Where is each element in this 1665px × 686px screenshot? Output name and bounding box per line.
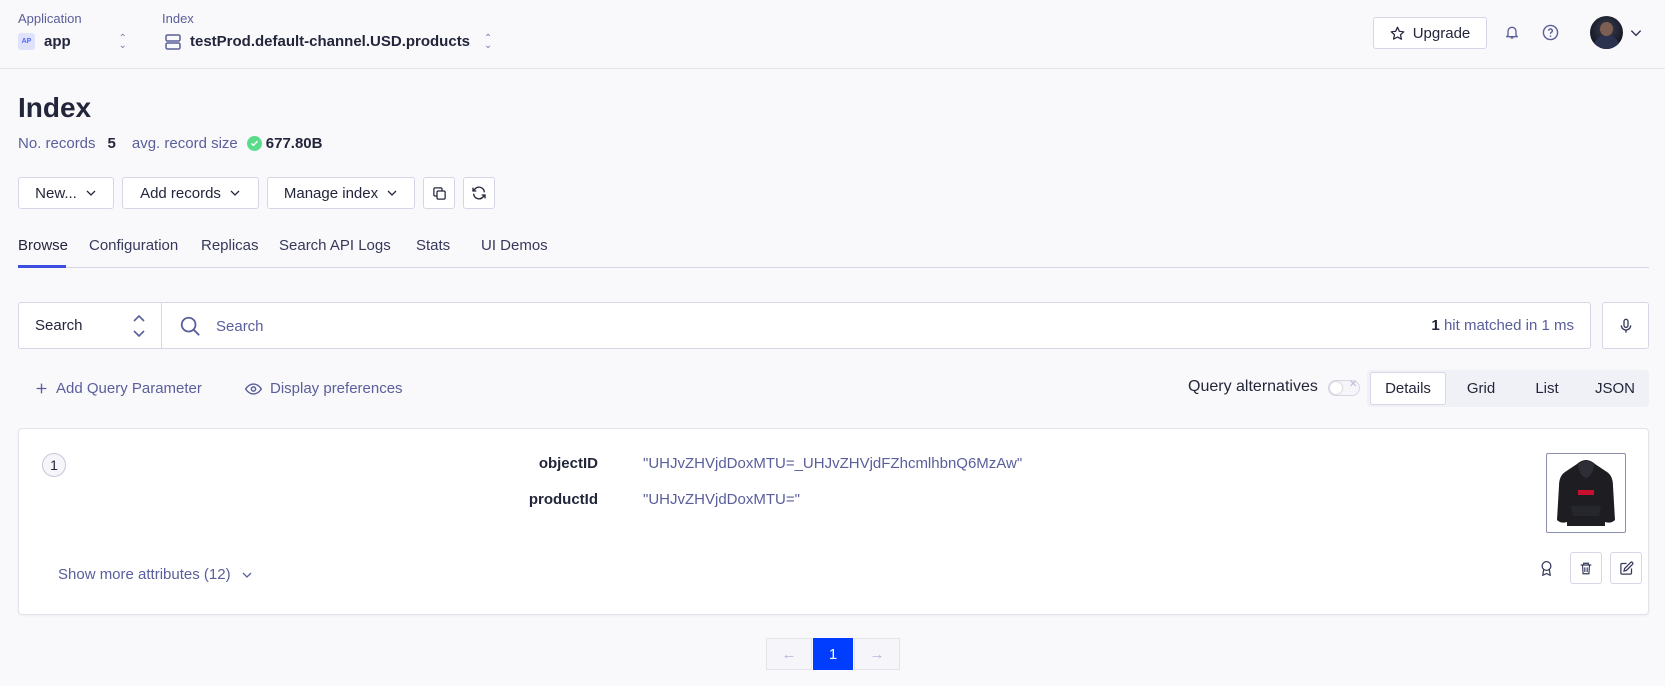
avatar [1590,16,1623,49]
add-records-label: Add records [140,184,221,202]
record-card: 1 objectID "UHJvZHVjdDoxMTU=_UHJvZHVjdFZ… [18,428,1649,615]
show-more-attributes-button[interactable]: Show more attributes (12) [58,566,253,583]
records-value: 5 [107,135,116,152]
chevron-down-icon [86,190,96,196]
search-type-label: Search [35,317,83,334]
user-menu[interactable] [1590,16,1643,49]
upgrade-label: Upgrade [1412,24,1471,42]
updown-chevron-icon [133,314,145,338]
voice-search-button[interactable] [1602,302,1649,349]
application-label: Application [18,11,82,26]
database-icon [165,33,181,50]
award-icon [1541,560,1551,576]
trash-icon [1580,562,1592,574]
view-grid[interactable]: Grid [1451,370,1511,407]
add-records-button[interactable]: Add records [122,177,259,209]
chevron-down-icon [1630,29,1642,36]
copy-index-button[interactable] [423,177,455,209]
display-preferences-button[interactable]: Display preferences [245,380,403,397]
hits-count: 1 [1431,317,1440,334]
edit-record-button[interactable] [1610,552,1642,584]
index-stats: No. records 5 avg. record size 677.80B [18,135,322,152]
application-selector[interactable]: AP app ⌃ ⌄ [18,33,128,50]
view-json[interactable]: JSON [1583,370,1647,407]
size-value: 677.80B [265,135,323,152]
search-bar: Search 1 hit matched in 1 ms [18,302,1591,349]
size-label: avg. record size [131,135,238,152]
active-tab-indicator [18,265,66,268]
attribute-value: "UHJvZHVjdDoxMTU=_UHJvZHVjdFZhcmlhbnQ6Mz… [643,455,1023,472]
attribute-name: objectID [538,455,598,472]
app-badge-icon: AP [18,33,35,50]
close-icon: ✕ [1349,379,1358,390]
pagination-next[interactable]: → [854,638,900,670]
search-type-select[interactable]: Search [19,303,162,348]
chevron-down-icon [230,190,240,196]
add-query-parameter-label: Add Query Parameter [56,380,202,397]
attribute-value: "UHJvZHVjdDoxMTU=" [643,491,800,508]
attribute-name: productId [528,491,598,508]
top-bar: Application AP app ⌃ ⌄ Index testProd.def… [0,0,1665,69]
new-button[interactable]: New... [18,177,114,209]
pagination-prev[interactable]: ← [766,638,812,670]
index-selector[interactable]: testProd.default-channel.USD.products ⌃ ⌄ [165,33,493,50]
add-query-parameter-button[interactable]: Add Query Parameter [35,380,202,397]
plus-icon [36,383,47,394]
chevron-down-icon [387,190,397,196]
notifications-bell-icon[interactable] [1500,20,1524,44]
tab-search-api-logs[interactable]: Search API Logs [279,237,391,254]
index-value: testProd.default-channel.USD.products [190,33,471,50]
display-preferences-label: Display preferences [270,380,403,397]
query-alternatives-toggle[interactable]: ✕ [1328,379,1360,396]
record-number: 1 [42,453,66,477]
tab-stats[interactable]: Stats [416,237,450,254]
refresh-button[interactable] [463,177,495,209]
show-more-label: Show more attributes (12) [58,566,231,583]
refresh-icon [472,186,486,200]
pagination-page[interactable]: 1 [813,638,853,670]
tab-browse[interactable]: Browse [18,237,68,254]
upgrade-button[interactable]: Upgrade [1373,17,1487,49]
tab-ui-demos[interactable]: UI Demos [481,237,548,254]
microphone-icon [1620,318,1631,333]
product-image[interactable] [1546,453,1626,533]
index-tabs: Browse Configuration Replicas Search API… [18,225,1649,268]
manage-index-button[interactable]: Manage index [267,177,415,209]
index-label: Index [162,11,194,26]
eye-icon [245,382,262,395]
edit-icon [1619,561,1633,575]
copy-icon [432,186,446,200]
search-input[interactable] [216,314,1316,338]
view-mode-group: Details Grid List JSON [1367,370,1649,407]
promote-record-button[interactable] [1530,552,1562,584]
tab-configuration[interactable]: Configuration [89,237,178,254]
view-list[interactable]: List [1517,370,1577,407]
view-details[interactable]: Details [1370,372,1446,405]
updown-chevron-icon: ⌃ ⌄ [483,32,493,51]
check-circle-icon [246,136,262,151]
search-icon [180,316,200,336]
records-label: No. records [18,135,96,152]
tab-replicas[interactable]: Replicas [201,237,259,254]
chevron-down-icon [242,572,252,578]
help-icon[interactable] [1538,20,1562,44]
delete-record-button[interactable] [1570,552,1602,584]
hoodie-image [1557,460,1615,526]
manage-index-label: Manage index [283,184,379,202]
application-value: app [44,33,71,50]
new-label: New... [35,184,77,202]
page-title: Index [18,92,92,123]
updown-chevron-icon: ⌃ ⌄ [118,32,127,51]
star-icon [1390,26,1405,40]
hits-text: hit matched in 1 ms [1443,317,1574,334]
query-alternatives-label: Query alternatives [1188,378,1318,395]
hits-summary: 1 hit matched in 1 ms [1431,317,1574,334]
